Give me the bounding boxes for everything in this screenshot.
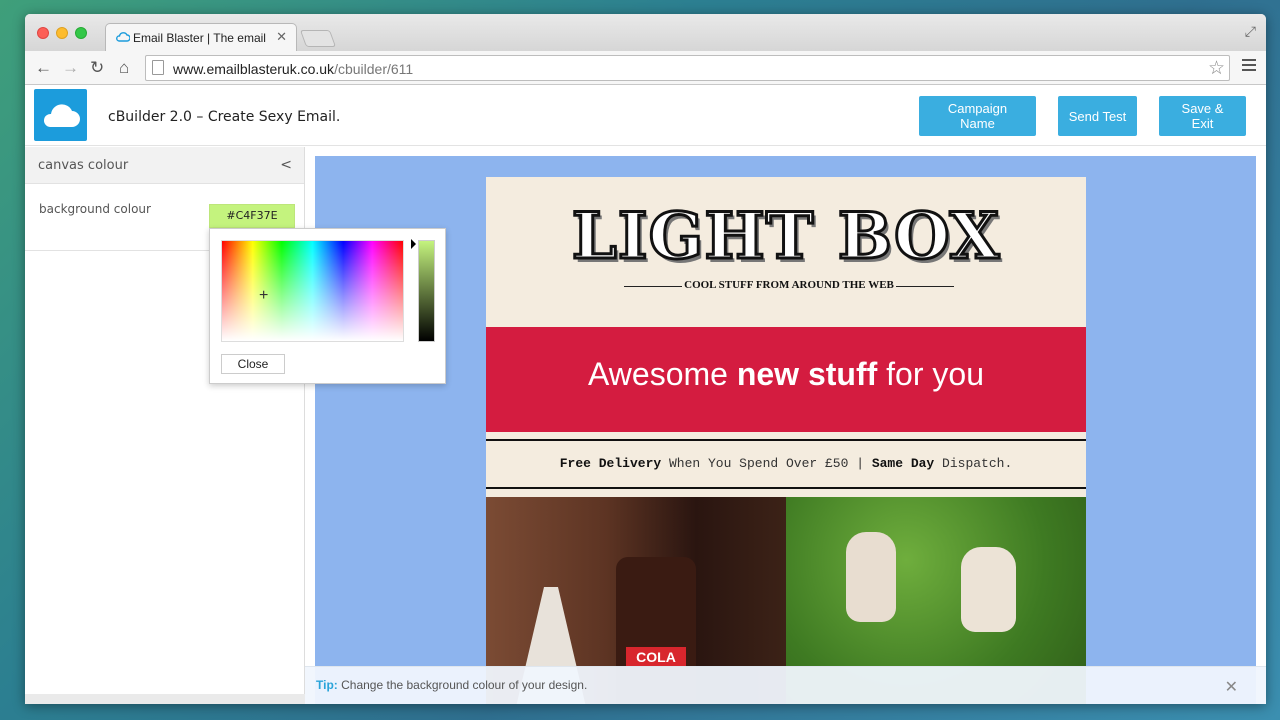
close-window-button[interactable] (37, 27, 49, 39)
tab-title: Email Blaster | The email m (133, 31, 268, 45)
picker-close-button[interactable]: Close (221, 354, 285, 374)
minimize-window-button[interactable] (56, 27, 68, 39)
campaign-name-button[interactable]: Campaign Name (919, 96, 1036, 136)
send-test-button[interactable]: Send Test (1058, 96, 1137, 136)
value-arrow-icon[interactable] (411, 239, 416, 249)
grenade-shape (961, 547, 1016, 632)
zoom-window-button[interactable] (75, 27, 87, 39)
bottle-label: COLA (626, 647, 686, 667)
page-icon (152, 60, 164, 75)
cloud-icon (116, 31, 131, 45)
browser-menu-icon[interactable] (1242, 59, 1256, 74)
address-bar[interactable]: www.emailblasteruk.co.uk/cbuilder/611 ☆ (145, 55, 1230, 81)
fullscreen-icon[interactable]: ⤢ (1245, 23, 1256, 40)
new-tab-button[interactable] (299, 30, 337, 47)
app-header: cBuilder 2.0 – Create Sexy Email. Campai… (25, 85, 1266, 146)
collapse-icon[interactable]: < (280, 157, 292, 173)
save-exit-button[interactable]: Save & Exit (1159, 96, 1246, 136)
tagline[interactable]: COOL STUFF FROM AROUND THE WEB (624, 279, 954, 291)
hero-banner[interactable]: Awesome new stuff for you (486, 327, 1086, 432)
background-colour-input[interactable]: #C4F37E (209, 204, 295, 228)
tip-bar: Tip: Change the background colour of you… (305, 666, 1266, 704)
url-text: www.emailblasteruk.co.uk/cbuilder/611 (173, 61, 414, 77)
crosshair-icon[interactable]: + (259, 288, 268, 304)
app-title: cBuilder 2.0 – Create Sexy Email. (108, 109, 341, 125)
home-icon[interactable]: ⌂ (119, 58, 129, 78)
tagline-row: COOL STUFF FROM AROUND THE WEB (624, 279, 954, 293)
tab-bar: Email Blaster | The email m ✕ ⤢ (25, 14, 1266, 51)
colour-picker: + Close (209, 228, 446, 384)
reload-icon[interactable]: ↻ (90, 58, 104, 78)
sidebar-footer (25, 694, 305, 704)
tip-text: Tip: Change the background colour of you… (316, 678, 588, 692)
forward-icon[interactable]: → (62, 58, 79, 78)
browser-window: Email Blaster | The email m ✕ ⤢ ← → ↻ ⌂ … (25, 14, 1266, 704)
colour-spectrum[interactable]: + (221, 240, 404, 342)
design-canvas[interactable]: LIGHT BOX COOL STUFF FROM AROUND THE WEB… (315, 156, 1256, 704)
browser-toolbar: ← → ↻ ⌂ www.emailblasteruk.co.uk/cbuilde… (25, 51, 1266, 85)
dismiss-tip-icon[interactable]: ✕ (1225, 677, 1238, 697)
brand-heading[interactable]: LIGHT BOX (486, 198, 1086, 276)
panel-header[interactable]: canvas colour < (25, 147, 304, 184)
background-colour-label: background colour (39, 202, 151, 216)
divider (896, 286, 954, 287)
browser-tab[interactable]: Email Blaster | The email m ✕ (105, 23, 297, 51)
cloud-logo-icon[interactable] (34, 89, 87, 141)
delivery-strip[interactable]: Free Delivery When You Spend Over £50 | … (486, 439, 1086, 489)
back-icon[interactable]: ← (35, 58, 52, 78)
brightness-slider[interactable] (418, 240, 435, 342)
email-preview: LIGHT BOX COOL STUFF FROM AROUND THE WEB… (486, 177, 1086, 704)
bookmark-star-icon[interactable]: ☆ (1208, 57, 1225, 80)
tab-close-icon[interactable]: ✕ (276, 29, 287, 45)
grenade-shape (846, 532, 896, 622)
panel-title: canvas colour (38, 158, 129, 173)
